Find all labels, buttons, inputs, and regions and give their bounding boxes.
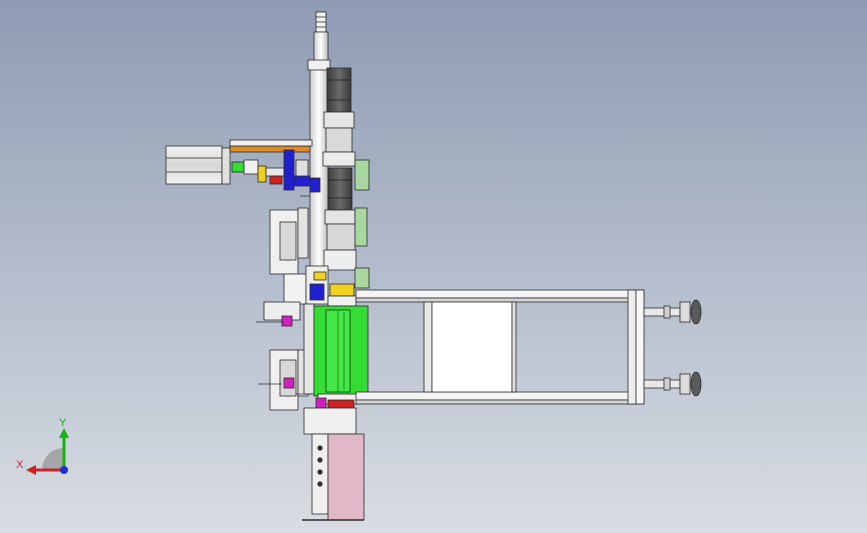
cad-viewport[interactable]: Y X — [0, 0, 867, 533]
axis-triad: Y X — [16, 417, 69, 475]
z-axis-dot — [60, 466, 68, 474]
x-axis-label: X — [16, 459, 24, 471]
triad-quadrant — [42, 448, 64, 470]
y-axis-label: Y — [59, 417, 67, 429]
